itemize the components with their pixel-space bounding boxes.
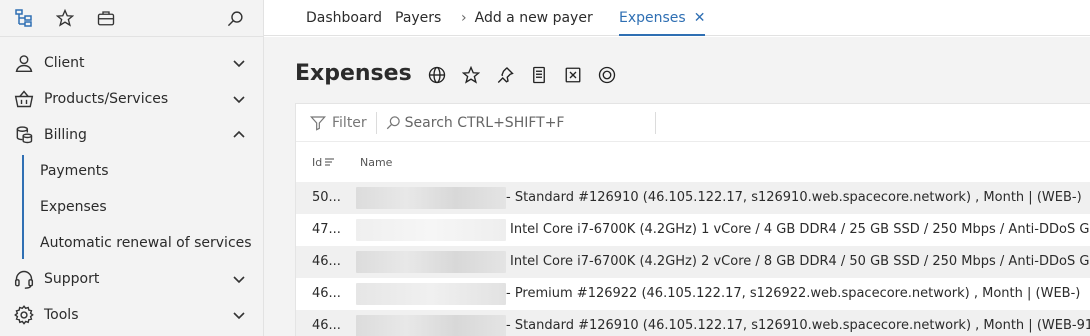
search-icon [386, 116, 400, 130]
sidebar-toolbar [0, 0, 263, 36]
cell-name: - Premium #126922 (46.105.122.17, s12692… [506, 286, 1081, 301]
excel-icon[interactable] [563, 65, 583, 85]
toolbar-divider [375, 111, 377, 134]
submenu-indicator [22, 155, 24, 259]
tab-label: Dashboard [306, 10, 382, 26]
sidebar-item-products-services[interactable]: Products/Services [0, 81, 263, 117]
cell-id: 46... [312, 318, 341, 333]
table-row[interactable]: 46... - Premium #126922 (46.105.122.17, … [296, 278, 1090, 310]
filter-label: Filter [332, 114, 367, 131]
sidebar: Client Products/Services Billing Payment… [0, 0, 264, 336]
sidebar-item-billing[interactable]: Billing [0, 117, 263, 153]
sitemap-icon[interactable] [12, 6, 36, 30]
sidebar-subitem-automatic-renewal[interactable]: Automatic renewal of services [0, 225, 263, 261]
sidebar-divider [0, 36, 263, 37]
cell-id: 47... [312, 222, 341, 237]
globe-icon[interactable] [427, 65, 447, 85]
sidebar-item-label: Client [44, 55, 85, 71]
sidebar-item-label: Billing [44, 127, 87, 143]
cell-name: - Standard #126910 (46.105.122.17, s1269… [506, 318, 1090, 333]
redacted-block [356, 251, 506, 273]
user-icon [12, 51, 36, 75]
sidebar-menu: Client Products/Services Billing Payment… [0, 45, 263, 333]
filter-icon [310, 115, 326, 131]
headset-icon [12, 267, 36, 291]
briefcase-icon[interactable] [94, 6, 118, 30]
chevron-down-icon [233, 276, 245, 284]
expenses-table-card: Filter Search CTRL+SHIFT+F Id Name 50...… [295, 103, 1090, 336]
table-header: Id Name [296, 142, 1090, 182]
pin-icon[interactable] [495, 65, 515, 85]
sidebar-subitem-payments[interactable]: Payments [0, 153, 263, 189]
chevron-up-icon [233, 130, 245, 138]
search-input[interactable]: Search CTRL+SHIFT+F [386, 111, 656, 134]
search-icon[interactable] [223, 6, 247, 30]
table-body: 50... - Standard #126910 (46.105.122.17,… [296, 182, 1090, 336]
cell-id: 46... [312, 286, 341, 301]
cell-name: Intel Core i7-6700K (4.2GHz) 1 vCore / 4… [510, 222, 1090, 237]
redacted-block [356, 219, 506, 241]
filter-button[interactable]: Filter [310, 115, 367, 131]
close-icon[interactable]: ✕ [694, 10, 706, 26]
tab-add-new-payer[interactable]: › Add a new payer [461, 0, 593, 36]
page-actions [427, 65, 631, 85]
sidebar-subitem-expenses[interactable]: Expenses [0, 189, 263, 225]
star-icon[interactable] [53, 6, 77, 30]
sidebar-item-support[interactable]: Support [0, 261, 263, 297]
tab-dashboard[interactable]: Dashboard [306, 0, 382, 36]
billing-submenu: Payments Expenses Automatic renewal of s… [0, 153, 263, 261]
table-toolbar: Filter Search CTRL+SHIFT+F [296, 104, 1090, 142]
sidebar-item-client[interactable]: Client [0, 45, 263, 81]
sort-icon [325, 158, 335, 166]
redacted-block [356, 283, 506, 305]
chevron-down-icon [233, 60, 245, 68]
search-placeholder: Search CTRL+SHIFT+F [404, 114, 565, 131]
cell-name: Intel Core i7-6700K (4.2GHz) 2 vCore / 8… [510, 254, 1090, 269]
tab-label: Expenses [619, 10, 686, 26]
tab-bar: Dashboard Payers › Add a new payer Expens… [264, 0, 1090, 36]
lifebuoy-icon[interactable] [597, 65, 617, 85]
chevron-down-icon [233, 96, 245, 104]
sidebar-item-label: Products/Services [44, 91, 169, 107]
tab-label: Add a new payer [474, 10, 593, 26]
sidebar-item-tools[interactable]: Tools [0, 297, 263, 333]
document-icon[interactable] [529, 65, 549, 85]
column-header-name[interactable]: Name [360, 156, 392, 169]
coins-icon [12, 123, 36, 147]
table-row[interactable]: 46... - Standard #126910 (46.105.122.17,… [296, 310, 1090, 336]
column-header-label: Id [312, 155, 323, 169]
redacted-block [356, 187, 506, 209]
column-header-id[interactable]: Id [312, 156, 335, 169]
basket-icon [12, 87, 36, 111]
cell-id: 50... [312, 190, 341, 205]
table-row[interactable]: 50... - Standard #126910 (46.105.122.17,… [296, 182, 1090, 214]
cell-name: - Standard #126910 (46.105.122.17, s1269… [506, 190, 1082, 205]
tab-payers[interactable]: Payers [395, 0, 441, 36]
sidebar-item-label: Tools [44, 307, 79, 323]
redacted-block [356, 315, 506, 336]
chevron-down-icon [233, 312, 245, 320]
tab-label: Payers [395, 10, 442, 26]
table-row[interactable]: 46... Intel Core i7-6700K (4.2GHz) 2 vCo… [296, 246, 1090, 278]
table-row[interactable]: 47... Intel Core i7-6700K (4.2GHz) 1 vCo… [296, 214, 1090, 246]
gear-icon [12, 303, 36, 327]
cell-id: 46... [312, 254, 341, 269]
page-title: Expenses [295, 61, 412, 86]
chevron-right-icon: › [461, 10, 467, 26]
main-content: Expenses Filter Search CTRL+SHIFT+F Id N… [264, 37, 1090, 336]
star-icon[interactable] [461, 65, 481, 85]
tab-expenses[interactable]: Expenses ✕ [619, 0, 706, 36]
sidebar-item-label: Support [44, 271, 100, 287]
